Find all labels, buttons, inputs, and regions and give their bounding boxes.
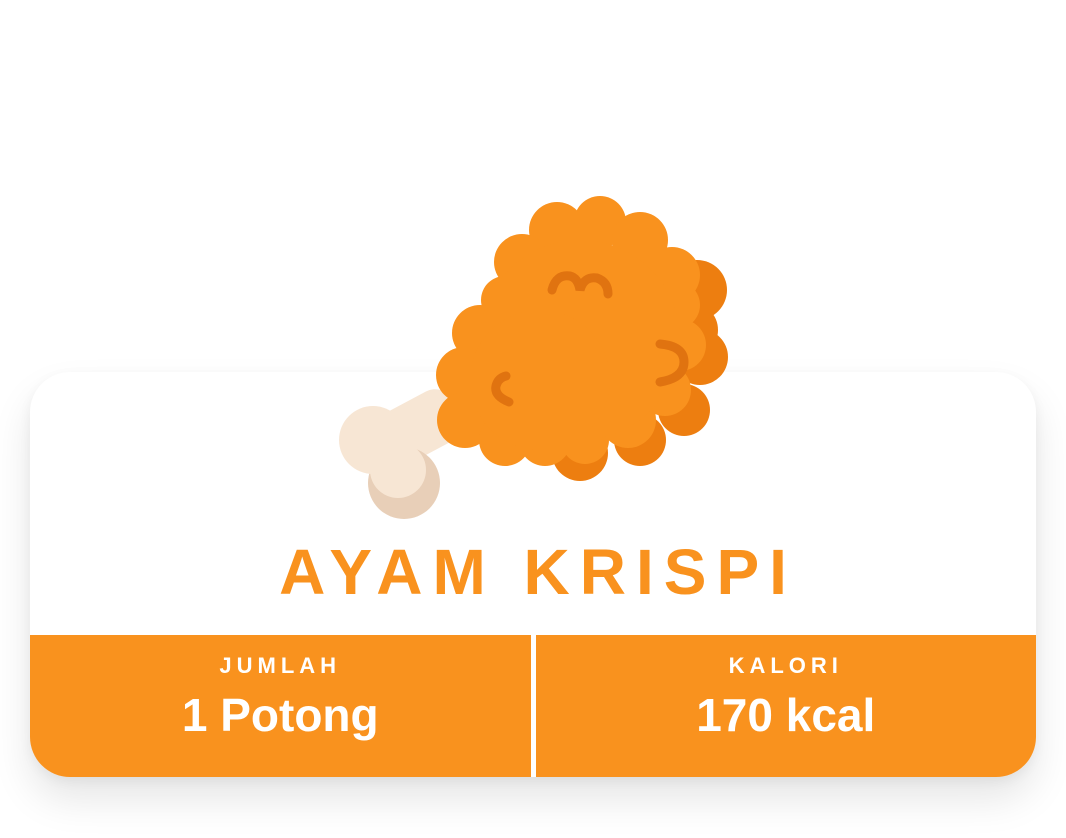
stat-quantity: JUMLAH 1 Potong — [30, 635, 531, 777]
stat-calories: KALORI 170 kcal — [530, 635, 1037, 777]
food-card-stage: JUMLAH 1 Potong KALORI 170 kcal AYAM KRI… — [0, 0, 1066, 838]
stat-quantity-label: JUMLAH — [219, 653, 342, 678]
food-title: AYAM KRISPI — [279, 536, 797, 608]
info-bar: JUMLAH 1 Potong KALORI 170 kcal — [30, 635, 1036, 777]
stat-calories-value: 170 kcal — [696, 689, 876, 741]
stat-quantity-value: 1 Potong — [181, 689, 379, 741]
fried-chicken-drumstick-icon — [339, 196, 728, 519]
stat-calories-label: KALORI — [728, 653, 843, 678]
